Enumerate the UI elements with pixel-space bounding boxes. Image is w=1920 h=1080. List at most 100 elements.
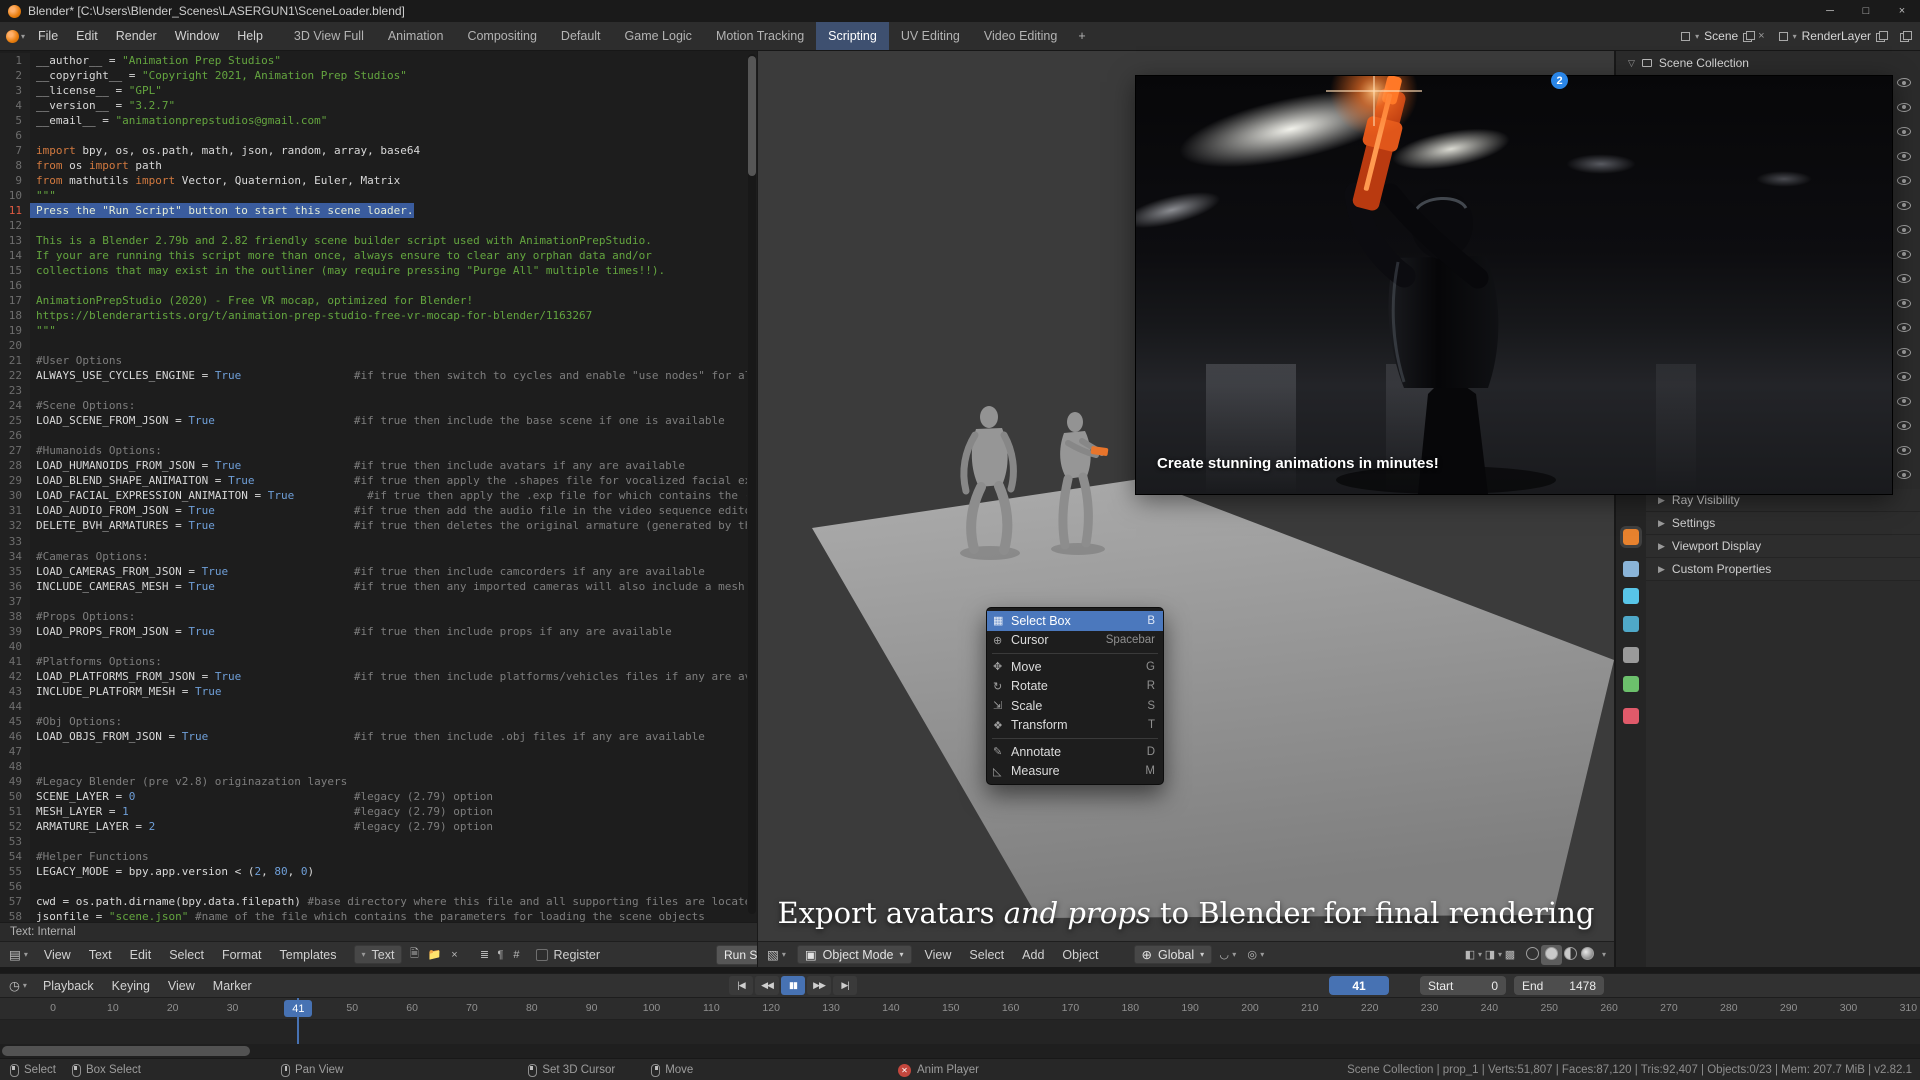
- code-line[interactable]: 44: [0, 699, 747, 714]
- menu-item-marker[interactable]: Marker: [204, 979, 261, 993]
- close-button[interactable]: ×: [1884, 0, 1920, 22]
- frame-start-field[interactable]: Start0: [1420, 976, 1506, 995]
- code-line[interactable]: 47: [0, 744, 747, 759]
- code-line[interactable]: 7import bpy, os, os.path, math, json, ra…: [0, 143, 747, 158]
- constraints-properties-tab[interactable]: [1623, 647, 1639, 663]
- code-line[interactable]: 36INCLUDE_CAMERAS_MESH = True #if true t…: [0, 579, 747, 594]
- scrollbar-handle[interactable]: [748, 56, 756, 176]
- code-line[interactable]: 32DELETE_BVH_ARMATURES = True #if true t…: [0, 518, 747, 533]
- shading-rendered-button[interactable]: [1579, 947, 1596, 963]
- code-line[interactable]: 28LOAD_HUMANOIDS_FROM_JSON = True #if tr…: [0, 458, 747, 473]
- context-menu-item-move[interactable]: ✥MoveG: [987, 657, 1163, 677]
- transform-orientation-dropdown[interactable]: ⊕Global▾: [1134, 945, 1213, 964]
- new-renderlayer-icon[interactable]: [1876, 31, 1886, 41]
- menu-item-select[interactable]: Select: [960, 948, 1013, 962]
- renderlayer-selector[interactable]: ▾ RenderLayer: [1779, 29, 1886, 43]
- code-line[interactable]: 23: [0, 383, 747, 398]
- editor-type-button[interactable]: ▤▾: [0, 947, 35, 962]
- code-line[interactable]: 3__license__ = "GPL": [0, 83, 747, 98]
- unlink-text-icon[interactable]: ×: [446, 947, 462, 963]
- context-menu-item-annotate[interactable]: ✎AnnotateD: [987, 742, 1163, 762]
- tab-uv-editing[interactable]: UV Editing: [889, 22, 972, 50]
- code-line[interactable]: 26: [0, 428, 747, 443]
- hide-in-viewport-icon[interactable]: [1897, 299, 1911, 308]
- code-line[interactable]: 10""": [0, 188, 747, 203]
- code-line[interactable]: 4__version__ = "3.2.7": [0, 98, 747, 113]
- code-line[interactable]: 25LOAD_SCENE_FROM_JSON = True #if true t…: [0, 413, 747, 428]
- code-line[interactable]: 51MESH_LAYER = 1 #legacy (2.79) option: [0, 804, 747, 819]
- jump-to-end-button[interactable]: ▶|: [833, 976, 857, 995]
- maximize-button[interactable]: □: [1848, 0, 1884, 22]
- code-line[interactable]: 5__email__ = "animationprepstudios@gmail…: [0, 113, 747, 128]
- code-line[interactable]: 9from mathutils import Vector, Quaternio…: [0, 173, 747, 188]
- menu-item-templates[interactable]: Templates: [271, 948, 346, 962]
- tab-scripting[interactable]: Scripting: [816, 22, 889, 50]
- hide-in-viewport-icon[interactable]: [1897, 446, 1911, 455]
- hide-in-viewport-icon[interactable]: [1897, 201, 1911, 210]
- proportional-editing-icon[interactable]: ◎: [1244, 947, 1260, 963]
- code-line[interactable]: 53: [0, 834, 747, 849]
- tab-default[interactable]: Default: [549, 22, 613, 50]
- open-text-icon[interactable]: 📁: [426, 947, 442, 963]
- outliner-root-row[interactable]: ▽ Scene Collection: [1628, 56, 1749, 70]
- blender-menu-icon[interactable]: ▾: [0, 22, 29, 50]
- add-workspace-button[interactable]: +: [1069, 22, 1094, 50]
- code-line[interactable]: 54#Helper Functions: [0, 849, 747, 864]
- code-line[interactable]: 6: [0, 128, 747, 143]
- menu-item-view[interactable]: View: [159, 979, 204, 993]
- playhead-frame-tag[interactable]: 41: [284, 1000, 312, 1017]
- previous-keyframe-button[interactable]: ◀◀: [755, 976, 779, 995]
- menu-item-edit[interactable]: Edit: [121, 948, 161, 962]
- code-line[interactable]: 43INCLUDE_PLATFORM_MESH = True: [0, 684, 747, 699]
- hide-in-viewport-icon[interactable]: [1897, 397, 1911, 406]
- code-line[interactable]: 34#Cameras Options:: [0, 549, 747, 564]
- tab-animation[interactable]: Animation: [376, 22, 456, 50]
- code-line[interactable]: 50SCENE_LAYER = 0 #legacy (2.79) option: [0, 789, 747, 804]
- hide-in-viewport-icon[interactable]: [1897, 103, 1911, 112]
- material-properties-tab[interactable]: [1623, 708, 1639, 724]
- hide-in-viewport-icon[interactable]: [1897, 78, 1911, 87]
- panel-viewport-display[interactable]: ▶Viewport Display: [1646, 535, 1920, 558]
- hide-in-viewport-icon[interactable]: [1897, 470, 1911, 479]
- menu-item-object[interactable]: Object: [1053, 948, 1107, 962]
- editor-type-button[interactable]: ◷▾: [0, 978, 34, 993]
- minimize-button[interactable]: ─: [1812, 0, 1848, 22]
- menu-item-playback[interactable]: Playback: [34, 979, 103, 993]
- snap-dropdown-icon[interactable]: ▾: [1232, 950, 1236, 959]
- code-line[interactable]: 24#Scene Options:: [0, 398, 747, 413]
- particles-properties-tab[interactable]: [1623, 588, 1639, 604]
- current-frame-field[interactable]: 41: [1329, 976, 1389, 995]
- code-line[interactable]: 21#User Options: [0, 353, 747, 368]
- code-line[interactable]: 31LOAD_AUDIO_FROM_JSON = True #if true t…: [0, 503, 747, 518]
- frame-end-field[interactable]: End1478: [1514, 976, 1604, 995]
- menu-item-select[interactable]: Select: [160, 948, 213, 962]
- code-line[interactable]: 1__author__ = "Animation Prep Studios": [0, 53, 747, 68]
- shading-material-button[interactable]: [1562, 947, 1579, 963]
- extras-icon[interactable]: [1900, 31, 1910, 41]
- code-line[interactable]: 11Press the "Run Script" button to start…: [0, 203, 747, 218]
- annotation-badge[interactable]: 2: [1551, 72, 1568, 89]
- hide-in-viewport-icon[interactable]: [1897, 152, 1911, 161]
- next-keyframe-button[interactable]: ▶▶: [807, 976, 831, 995]
- hide-in-viewport-icon[interactable]: [1897, 348, 1911, 357]
- syntax-highlight-toggle-icon[interactable]: #: [508, 947, 524, 963]
- code-line[interactable]: 58jsonfile = "scene.json" #name of the f…: [0, 909, 747, 922]
- code-line[interactable]: 55LEGACY_MODE = bpy.app.version < (2, 80…: [0, 864, 747, 879]
- code-line[interactable]: 15collections that may exist in the outl…: [0, 263, 747, 278]
- tab-3d-view-full[interactable]: 3D View Full: [282, 22, 376, 50]
- code-line[interactable]: 48: [0, 759, 747, 774]
- code-line[interactable]: 46LOAD_OBJS_FROM_JSON = True #if true th…: [0, 729, 747, 744]
- new-scene-icon[interactable]: [1743, 31, 1753, 41]
- hide-in-viewport-icon[interactable]: [1897, 250, 1911, 259]
- context-menu-item-measure[interactable]: ◺MeasureM: [987, 762, 1163, 782]
- menu-item-format[interactable]: Format: [213, 948, 271, 962]
- context-menu-item-rotate[interactable]: ↻RotateR: [987, 677, 1163, 697]
- shading-dropdown-icon[interactable]: ▾: [1602, 950, 1606, 959]
- hide-in-viewport-icon[interactable]: [1897, 274, 1911, 283]
- show-gizmo-icon[interactable]: ◧: [1462, 947, 1478, 963]
- menu-item-file[interactable]: File: [29, 29, 67, 43]
- object-properties-tab[interactable]: [1623, 529, 1639, 545]
- code-line[interactable]: 39LOAD_PROPS_FROM_JSON = True #if true t…: [0, 624, 747, 639]
- xray-toggle-icon[interactable]: ▩: [1502, 947, 1518, 963]
- tab-video-editing[interactable]: Video Editing: [972, 22, 1069, 50]
